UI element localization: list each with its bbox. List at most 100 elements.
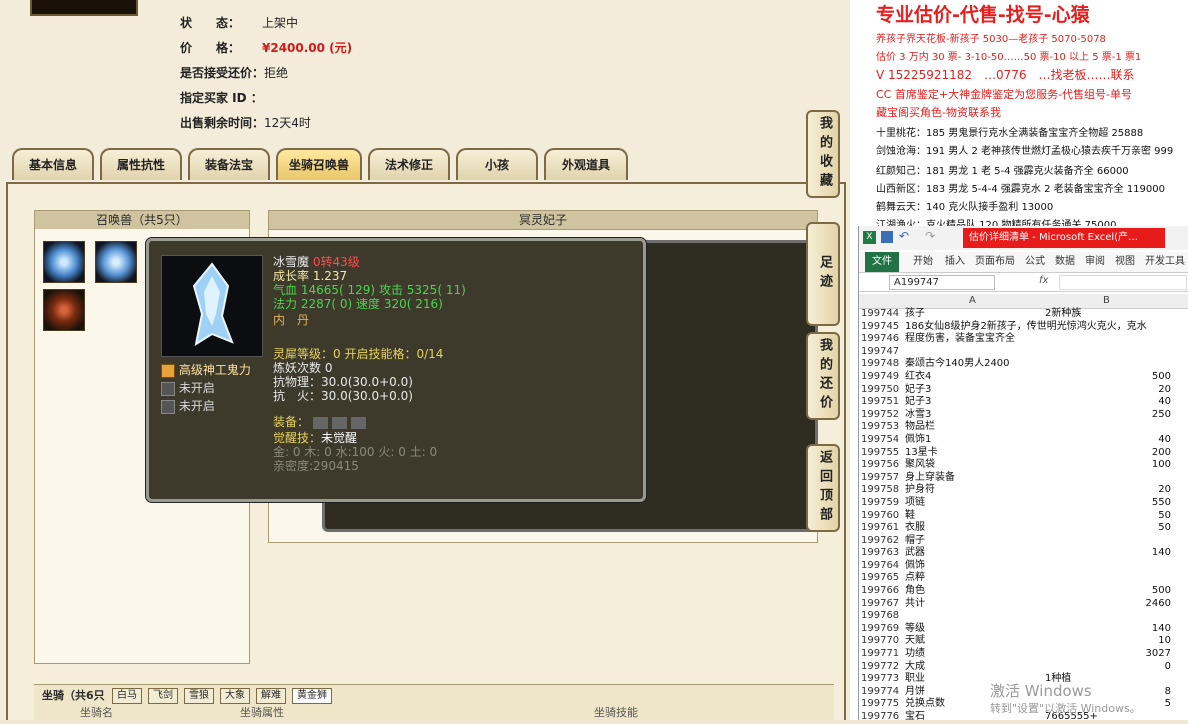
sheet-row[interactable]: 199769 等级 140 xyxy=(859,623,1188,636)
sheet-row[interactable]: 199768 xyxy=(859,610,1188,623)
fx-icon[interactable]: fx xyxy=(1039,275,1048,286)
tab-attributes[interactable]: 属性抗性 xyxy=(100,148,182,180)
cell-a[interactable]: 等级 xyxy=(905,623,925,636)
undo-icon[interactable]: ↶ xyxy=(899,229,909,243)
back-to-top-button[interactable]: 返回顶部 xyxy=(806,444,840,532)
save-icon[interactable] xyxy=(881,231,893,243)
cell-b-value[interactable]: 3027 xyxy=(1146,648,1171,661)
formula-input[interactable] xyxy=(1059,275,1187,290)
cell-b-value[interactable]: 140 xyxy=(1152,547,1171,560)
sheet-row[interactable]: 199765 点粹 xyxy=(859,572,1188,585)
pet-slot-1[interactable] xyxy=(43,241,85,283)
cell-b-value[interactable]: 40 xyxy=(1158,434,1171,447)
cell-a[interactable]: 大成 xyxy=(905,661,925,674)
menu-data[interactable]: 数据 xyxy=(1055,252,1075,272)
cell-a[interactable]: 红衣4 xyxy=(905,371,931,384)
mount-tab-1[interactable]: 白马 xyxy=(112,688,142,704)
cell-a[interactable]: 天赋 xyxy=(905,635,925,648)
mount-tab-3[interactable]: 雪狼 xyxy=(184,688,214,704)
cell-a[interactable]: 衣服 xyxy=(905,522,925,535)
sheet-row[interactable]: 199749 红衣4 500 xyxy=(859,371,1188,384)
cell-a[interactable]: 程度伤害，装备宝宝齐全 xyxy=(905,333,1015,346)
sheet-row[interactable]: 199760 鞋 50 xyxy=(859,510,1188,523)
tab-mounts-pets[interactable]: 坐骑召唤兽 xyxy=(276,148,362,180)
cell-b-value[interactable]: 5 xyxy=(1165,698,1171,711)
cell-a[interactable]: 帽子 xyxy=(905,535,925,548)
cell-b-value[interactable]: 20 xyxy=(1158,484,1171,497)
cell-b-value[interactable]: 40 xyxy=(1158,396,1171,409)
cell-b[interactable]: 2新种族 xyxy=(1045,308,1081,321)
sheet-row[interactable]: 199750 妃子3 20 xyxy=(859,384,1188,397)
sheet-row[interactable]: 199772 大成 0 xyxy=(859,661,1188,674)
col-a-header[interactable]: A xyxy=(969,295,976,306)
menu-file[interactable]: 文件 xyxy=(865,252,899,272)
menu-page-layout[interactable]: 页面布局 xyxy=(975,252,1015,272)
sheet-row[interactable]: 199754 佩饰1 40 xyxy=(859,434,1188,447)
cell-a[interactable]: 聚风袋 xyxy=(905,459,935,472)
cell-a[interactable]: 功绩 xyxy=(905,648,925,661)
cell-b-value[interactable]: 500 xyxy=(1152,371,1171,384)
cell-b-value[interactable]: 500 xyxy=(1152,585,1171,598)
sheet-row[interactable]: 199767 共计 2460 xyxy=(859,598,1188,611)
sheet-row[interactable]: 199752 冰雪3 250 xyxy=(859,409,1188,422)
tab-children[interactable]: 小孩 xyxy=(456,148,538,180)
cell-a[interactable]: 月饼 xyxy=(905,686,925,699)
cell-b-value[interactable]: 20 xyxy=(1158,384,1171,397)
menu-review[interactable]: 审阅 xyxy=(1085,252,1105,272)
menu-view[interactable]: 视图 xyxy=(1115,252,1135,272)
cell-b-value[interactable]: 250 xyxy=(1152,409,1171,422)
cell-b-value[interactable]: 0 xyxy=(1165,661,1171,674)
tab-spell-mods[interactable]: 法术修正 xyxy=(368,148,450,180)
cell-b-value[interactable]: 100 xyxy=(1152,459,1171,472)
sheet-row[interactable]: 199745 186女仙8级护身2新孩子，传世明光惊鸿火克火，克水 xyxy=(859,321,1188,334)
cell-a[interactable]: 孩子 xyxy=(905,308,925,321)
sheet-row[interactable]: 199759 项链 550 xyxy=(859,497,1188,510)
cell-b-value[interactable]: 50 xyxy=(1158,510,1171,523)
sheet-row[interactable]: 199747 xyxy=(859,346,1188,359)
cell-a[interactable]: 护身符 xyxy=(905,484,935,497)
cell-a[interactable]: 冰雪3 xyxy=(905,409,931,422)
name-box[interactable]: A199747 xyxy=(889,275,995,290)
tab-appearance[interactable]: 外观道具 xyxy=(544,148,628,180)
mount-tab-4[interactable]: 大象 xyxy=(220,688,250,704)
cell-a[interactable]: 宝石 xyxy=(905,711,925,724)
cell-b-value[interactable]: 550 xyxy=(1152,497,1171,510)
cell-b-value[interactable]: 10 xyxy=(1158,635,1171,648)
mount-tab-2[interactable]: 飞剑 xyxy=(148,688,178,704)
cell-b-value[interactable]: 2460 xyxy=(1146,598,1171,611)
menu-insert[interactable]: 插入 xyxy=(945,252,965,272)
cell-a[interactable]: 角色 xyxy=(905,585,925,598)
sheet-row[interactable]: 199744 孩子 2新种族 xyxy=(859,308,1188,321)
cell-a[interactable]: 秦颂古今140男人2400 xyxy=(905,358,1010,371)
cell-b-value[interactable]: 8 xyxy=(1165,686,1171,699)
sheet-row[interactable]: 199746 程度伤害，装备宝宝齐全 xyxy=(859,333,1188,346)
cell-a[interactable]: 鞋 xyxy=(905,510,915,523)
cell-b-value[interactable]: 50 xyxy=(1158,522,1171,535)
cell-a[interactable]: 186女仙8级护身2新孩子，传世明光惊鸿火克火，克水 xyxy=(905,321,1147,334)
sheet-row[interactable]: 199764 佩饰 xyxy=(859,560,1188,573)
cell-a[interactable]: 佩饰1 xyxy=(905,434,931,447)
col-b-header[interactable]: B xyxy=(1103,295,1110,306)
sheet-row[interactable]: 199766 角色 500 xyxy=(859,585,1188,598)
my-counteroffer-button[interactable]: 我的还价 xyxy=(806,332,840,420)
sheet-row[interactable]: 199758 护身符 20 xyxy=(859,484,1188,497)
my-favorites-button[interactable]: 我的收藏 xyxy=(806,110,840,198)
footprint-button[interactable]: 足迹 xyxy=(806,222,840,326)
menu-developer[interactable]: 开发工具 xyxy=(1145,252,1185,272)
sheet-row[interactable]: 199762 帽子 xyxy=(859,535,1188,548)
sheet-row[interactable]: 199751 妃子3 40 xyxy=(859,396,1188,409)
pet-slot-3[interactable] xyxy=(43,289,85,331)
cell-a[interactable]: 武器 xyxy=(905,547,925,560)
cell-b-value[interactable]: 200 xyxy=(1152,447,1171,460)
cell-a[interactable]: 共计 xyxy=(905,598,925,611)
mount-tab-5[interactable]: 解难 xyxy=(256,688,286,704)
cell-a[interactable]: 职业 xyxy=(905,673,925,686)
menu-formulas[interactable]: 公式 xyxy=(1025,252,1045,272)
sheet-row[interactable]: 199771 功绩 3027 xyxy=(859,648,1188,661)
sheet-row[interactable]: 199748 秦颂古今140男人2400 xyxy=(859,358,1188,371)
sheet-row[interactable]: 199770 天赋 10 xyxy=(859,635,1188,648)
cell-a[interactable]: 13星卡 xyxy=(905,447,938,460)
tab-basic-info[interactable]: 基本信息 xyxy=(12,148,94,180)
sheet-row[interactable]: 199763 武器 140 xyxy=(859,547,1188,560)
sheet-row[interactable]: 199755 13星卡 200 xyxy=(859,447,1188,460)
